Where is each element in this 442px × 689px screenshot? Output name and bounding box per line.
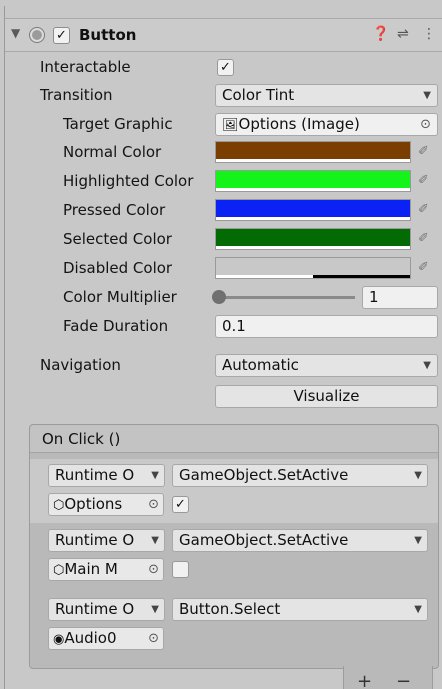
disabled-color-label: Disabled Color — [63, 259, 173, 277]
highlighted-color-fill — [216, 171, 410, 188]
chevron-down-icon: ▼ — [414, 470, 422, 481]
alpha-bar — [216, 275, 410, 278]
chevron-down-icon: ▼ — [151, 470, 159, 481]
disabled-color-fill — [216, 258, 410, 275]
selected-color-label: Selected Color — [63, 230, 172, 248]
audio-source-icon: ◉ — [53, 632, 65, 647]
eyedropper-icon[interactable]: ✐ — [418, 202, 429, 217]
transition-value: Color Tint — [222, 86, 295, 104]
navigation-value: Automatic — [222, 356, 299, 374]
runtime-mode-value: Runtime O — [55, 531, 135, 549]
target-graphic-label: Target Graphic — [63, 115, 173, 133]
chevron-down-icon: ▼ — [414, 535, 422, 546]
component-enabled-checkbox[interactable]: ✓ — [53, 27, 70, 44]
pressed-color-swatch[interactable] — [215, 199, 411, 221]
gameobject-icon: ⬡ — [53, 563, 65, 578]
presets-icon[interactable]: ⇌ — [397, 26, 409, 42]
target-object-field[interactable]: ⬡Main M ⊙ — [48, 558, 164, 581]
selected-color-fill — [216, 229, 410, 246]
event-entry[interactable]: Runtime O ▼ GameObject.SetActive ▼ ⬡Opti… — [30, 459, 438, 523]
on-click-header: On Click () — [30, 425, 438, 453]
object-picker-icon[interactable]: ⊙ — [420, 114, 431, 135]
target-graphic-value: Options (Image) — [238, 115, 360, 133]
target-object-value: Options — [64, 495, 123, 513]
disabled-color-swatch[interactable] — [215, 257, 411, 279]
inspector-panel: ▼ ✓ Button ❓ ⇌ ⋮ Interactable ✓ Transiti… — [4, 6, 442, 689]
highlighted-color-swatch[interactable] — [215, 170, 411, 192]
chevron-down-icon: ▼ — [414, 604, 422, 615]
component-title: Button — [79, 26, 137, 44]
highlighted-color-label: Highlighted Color — [63, 172, 194, 190]
eyedropper-icon[interactable]: ✐ — [418, 173, 429, 188]
on-click-title: On Click () — [42, 430, 121, 448]
function-dropdown[interactable]: GameObject.SetActive ▼ — [172, 464, 428, 487]
chevron-down-icon: ▼ — [423, 360, 431, 371]
transition-label: Transition — [40, 86, 113, 104]
function-value: Button.Select — [179, 600, 281, 618]
navigation-dropdown[interactable]: Automatic ▼ — [215, 354, 438, 377]
button-component-icon — [30, 28, 44, 42]
normal-color-swatch[interactable] — [215, 141, 411, 163]
remove-event-button[interactable]: − — [396, 671, 411, 689]
fade-duration-input[interactable]: 0.1 — [215, 315, 438, 338]
eyedropper-icon[interactable]: ✐ — [418, 260, 429, 275]
fade-duration-label: Fade Duration — [63, 317, 169, 335]
function-value: GameObject.SetActive — [179, 466, 349, 484]
normal-color-label: Normal Color — [63, 143, 162, 161]
image-icon: 🖼 — [222, 118, 239, 133]
alpha-bar — [216, 246, 410, 249]
function-dropdown[interactable]: GameObject.SetActive ▼ — [172, 529, 428, 552]
visualize-button[interactable]: Visualize — [215, 385, 438, 408]
normal-color-fill — [216, 142, 410, 159]
on-click-event-list: On Click () Runtime O ▼ GameObject.SetAc… — [29, 424, 439, 669]
add-event-button[interactable]: + — [357, 671, 372, 689]
help-icon[interactable]: ❓ — [372, 26, 389, 42]
color-multiplier-slider-thumb[interactable] — [212, 290, 226, 304]
argument-checkbox[interactable] — [172, 561, 189, 578]
selected-color-swatch[interactable] — [215, 228, 411, 250]
color-multiplier-slider-track[interactable] — [223, 296, 355, 299]
chevron-down-icon: ▼ — [151, 535, 159, 546]
interactable-checkbox[interactable]: ✓ — [217, 59, 234, 76]
object-picker-icon[interactable]: ⊙ — [148, 559, 159, 580]
target-object-value: Main M — [64, 560, 118, 578]
alpha-bar — [216, 217, 410, 220]
component-header[interactable]: ▼ ✓ Button ❓ ⇌ ⋮ — [5, 18, 442, 52]
navigation-label: Navigation — [40, 356, 121, 374]
runtime-mode-dropdown[interactable]: Runtime O ▼ — [48, 464, 165, 487]
function-value: GameObject.SetActive — [179, 531, 349, 549]
runtime-mode-value: Runtime O — [55, 600, 135, 618]
event-entry[interactable]: Runtime O ▼ Button.Select ▼ ◉Audio0 ⊙ — [30, 595, 438, 659]
component-menu-icon[interactable]: ⋮ — [422, 26, 436, 42]
color-multiplier-input[interactable]: 1 — [362, 286, 438, 309]
foldout-arrow-icon[interactable]: ▼ — [11, 26, 20, 40]
object-picker-icon[interactable]: ⊙ — [148, 628, 159, 649]
argument-checkbox[interactable]: ✓ — [172, 496, 189, 513]
pressed-color-fill — [216, 200, 410, 217]
target-graphic-field[interactable]: 🖼Options (Image) ⊙ — [215, 113, 438, 136]
alpha-bar — [216, 188, 410, 191]
target-object-value: Audio0 — [64, 629, 117, 647]
object-picker-icon[interactable]: ⊙ — [148, 494, 159, 515]
runtime-mode-value: Runtime O — [55, 466, 135, 484]
color-multiplier-value: 1 — [369, 288, 379, 306]
event-entry[interactable]: Runtime O ▼ GameObject.SetActive ▼ ⬡Main… — [30, 526, 438, 590]
gameobject-icon: ⬡ — [53, 498, 65, 513]
target-object-field[interactable]: ◉Audio0 ⊙ — [48, 627, 164, 650]
fade-duration-value: 0.1 — [222, 317, 246, 335]
alpha-bar — [216, 159, 410, 162]
eyedropper-icon[interactable]: ✐ — [418, 231, 429, 246]
color-multiplier-label: Color Multiplier — [63, 288, 177, 306]
target-object-field[interactable]: ⬡Options ⊙ — [48, 493, 164, 516]
function-dropdown[interactable]: Button.Select ▼ — [172, 598, 428, 621]
pressed-color-label: Pressed Color — [63, 201, 166, 219]
chevron-down-icon: ▼ — [423, 90, 431, 101]
interactable-label: Interactable — [40, 58, 131, 76]
eyedropper-icon[interactable]: ✐ — [418, 144, 429, 159]
chevron-down-icon: ▼ — [151, 604, 159, 615]
transition-dropdown[interactable]: Color Tint ▼ — [215, 84, 438, 107]
runtime-mode-dropdown[interactable]: Runtime O ▼ — [48, 598, 165, 621]
runtime-mode-dropdown[interactable]: Runtime O ▼ — [48, 529, 165, 552]
